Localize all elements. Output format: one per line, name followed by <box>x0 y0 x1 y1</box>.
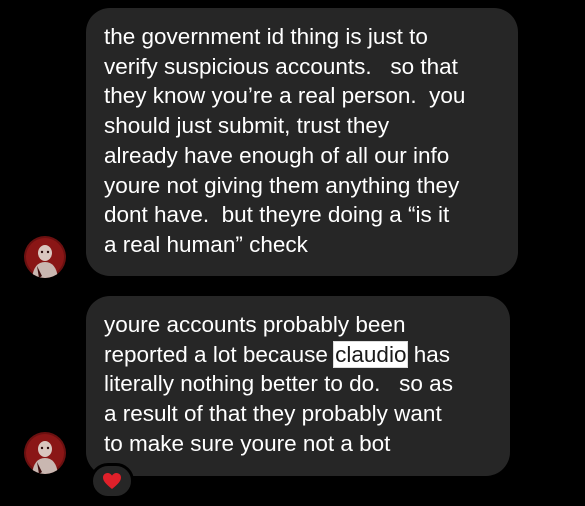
reaction-badge[interactable] <box>90 463 134 499</box>
highlighted-text-selection[interactable]: claudio <box>333 340 409 368</box>
message-text-line: should just submit, trust they <box>104 113 390 139</box>
chat-thread: the government id thing is just to verif… <box>0 0 585 506</box>
avatar-image <box>24 236 66 278</box>
message-text-line: literally nothing better to do. so as <box>104 371 453 397</box>
avatar[interactable] <box>24 432 66 474</box>
message-text-line: dont have. but theyre doing a “is it <box>104 202 450 228</box>
message-text-line: a result of that they probably want <box>104 401 442 427</box>
message-text-line: youre not giving them anything they <box>104 172 460 198</box>
message-bubble[interactable]: youre accounts probably been reported a … <box>86 296 510 476</box>
message-text-segment: reported a lot because <box>104 341 335 367</box>
message-text-line: verify suspicious accounts. so that <box>104 53 458 79</box>
message-text-line: youre accounts probably been <box>104 312 406 337</box>
message-text-line: reported a lot because claudio has <box>104 340 492 370</box>
message-bubble[interactable]: the government id thing is just to verif… <box>86 8 518 276</box>
message-text-line: they know you’re a real person. you <box>104 83 466 109</box>
message-text-segment: has <box>407 341 450 367</box>
avatar[interactable] <box>24 236 66 278</box>
message-text-line: the government id thing is just to <box>104 24 428 49</box>
message-text-line: already have enough of all our info <box>104 142 450 168</box>
avatar-image <box>24 432 66 474</box>
heart-icon <box>103 473 121 489</box>
message-text-line: a real human” check <box>104 231 308 257</box>
message-text-line: to make sure youre not a bot <box>104 430 391 456</box>
